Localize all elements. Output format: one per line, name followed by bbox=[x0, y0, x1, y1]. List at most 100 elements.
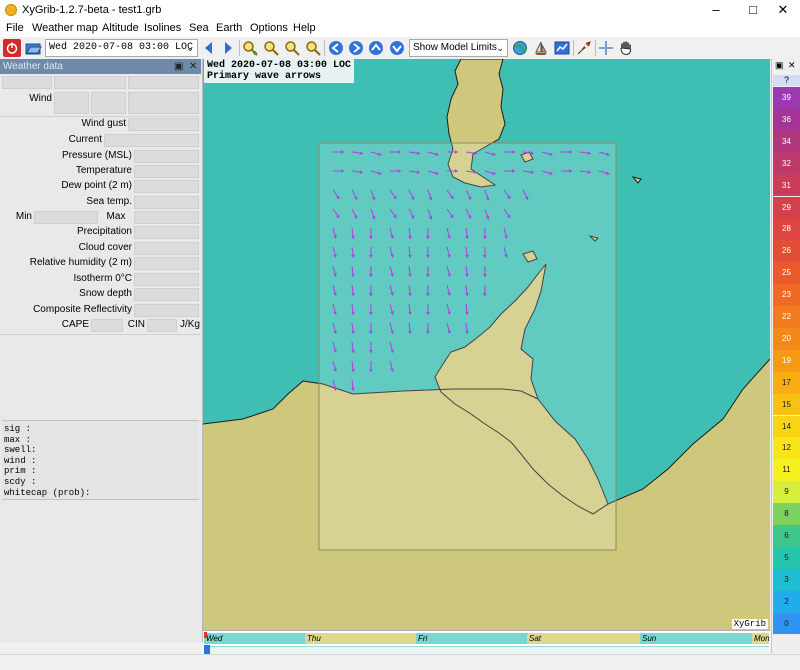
toolbar: Wed 2020-07-08 03:00 LOC ⌄ Show Model Li… bbox=[0, 37, 800, 60]
snow-depth-label: Snow depth bbox=[0, 288, 132, 299]
wave-line-whitecap: whitecap (prob): bbox=[4, 488, 197, 499]
route-button[interactable] bbox=[575, 39, 593, 57]
legend-entry: 15 bbox=[773, 394, 800, 416]
float-legend-button[interactable]: ▣ bbox=[775, 60, 784, 71]
legend-entry: 14 bbox=[773, 416, 800, 438]
legend-entry: 3 bbox=[773, 569, 800, 591]
wind-gust-field bbox=[128, 118, 199, 131]
pan-down-button[interactable] bbox=[388, 39, 406, 57]
model-limits-rect bbox=[319, 143, 616, 550]
color-legend: ▣ ✕ ? 3936343231292826252322201917151412… bbox=[771, 59, 800, 653]
float-panel-button[interactable]: ▣ bbox=[174, 59, 183, 74]
panel-row-header bbox=[0, 75, 201, 90]
zoom-all-button[interactable] bbox=[304, 39, 322, 57]
window-title: XyGrib-1.2.7-beta - test1.grb bbox=[22, 4, 161, 16]
panel-row-current: Current bbox=[0, 133, 201, 148]
menu-sea[interactable]: Sea bbox=[189, 22, 209, 34]
wind-speed-field bbox=[91, 92, 126, 114]
pan-up-button[interactable] bbox=[367, 39, 385, 57]
menu-earth[interactable]: Earth bbox=[216, 22, 242, 34]
cloud-cover-field bbox=[134, 242, 199, 255]
timeline-track[interactable] bbox=[204, 646, 769, 654]
cin-field bbox=[147, 319, 177, 332]
zoom-selection-button[interactable] bbox=[241, 39, 259, 57]
zoom-out-button[interactable] bbox=[283, 39, 301, 57]
sailboat-icon bbox=[532, 39, 550, 57]
isotherm-field bbox=[134, 273, 199, 286]
panel-title-bar: Weather data ▣ ✕ bbox=[0, 59, 201, 74]
divider bbox=[1, 334, 200, 335]
panel-title: Weather data bbox=[3, 61, 63, 72]
value-field bbox=[128, 76, 199, 89]
map-canvas[interactable] bbox=[203, 59, 770, 630]
legend-entry: 5 bbox=[773, 547, 800, 569]
timeline-day: Mon bbox=[752, 633, 769, 644]
wind-label: Wind bbox=[0, 93, 52, 104]
timeline[interactable]: Wed Thu Fri Sat Sun Mon bbox=[203, 630, 770, 655]
timeline-day: Thu bbox=[305, 633, 416, 644]
panel-row-precipitation: Precipitation bbox=[0, 225, 201, 240]
legend-entry: 11 bbox=[773, 459, 800, 481]
maximize-button[interactable]: □ bbox=[736, 0, 770, 21]
menu-options[interactable]: Options bbox=[250, 22, 288, 34]
legend-entry: 36 bbox=[773, 109, 800, 131]
legend-entry: 8 bbox=[773, 503, 800, 525]
temperature-field bbox=[134, 165, 199, 178]
select-point-button[interactable] bbox=[597, 39, 615, 57]
panel-row-sea-temp: Sea temp. bbox=[0, 195, 201, 210]
circle-arrow-right-icon bbox=[347, 39, 365, 57]
pan-right-button[interactable] bbox=[347, 39, 365, 57]
panel-row-dew-point: Dew point (2 m) bbox=[0, 179, 201, 194]
quit-button[interactable] bbox=[3, 39, 21, 57]
date-select-value: Wed 2020-07-08 03:00 LOC bbox=[49, 42, 193, 53]
sea-temp-label: Sea temp. bbox=[0, 196, 132, 207]
zoom-in-icon bbox=[241, 39, 259, 57]
legend-entry: 31 bbox=[773, 175, 800, 197]
previous-date-button[interactable] bbox=[200, 39, 218, 57]
menu-help[interactable]: Help bbox=[293, 22, 316, 34]
menu-altitude[interactable]: Altitude bbox=[102, 22, 139, 34]
weather-map[interactable]: Wed 2020-07-08 03:00 LOC Primary wave ar… bbox=[203, 59, 770, 630]
open-file-button[interactable] bbox=[24, 39, 42, 57]
model-limits-value: Show Model Limits bbox=[413, 42, 497, 53]
pan-left-button[interactable] bbox=[327, 39, 345, 57]
panel-row-snow-depth: Snow depth bbox=[0, 287, 201, 302]
menu-file[interactable]: File bbox=[6, 22, 24, 34]
meteogram-icon bbox=[553, 39, 571, 57]
close-legend-button[interactable]: ✕ bbox=[788, 60, 796, 71]
legend-entry: 26 bbox=[773, 240, 800, 262]
map-logo: XyGrib bbox=[732, 619, 768, 629]
crosshair-icon bbox=[597, 39, 615, 57]
panel-row-temperature: Temperature bbox=[0, 164, 201, 179]
boat-button[interactable] bbox=[532, 39, 550, 57]
cape-field bbox=[91, 319, 123, 332]
menu-weather-map[interactable]: Weather map bbox=[32, 22, 98, 34]
legend-entry: 22 bbox=[773, 306, 800, 328]
snow-depth-field bbox=[134, 288, 199, 301]
timeline-handle[interactable] bbox=[204, 645, 210, 654]
pan-hand-button[interactable] bbox=[617, 39, 635, 57]
chevron-down-icon: ⌄ bbox=[186, 40, 194, 56]
next-date-button[interactable] bbox=[219, 39, 237, 57]
date-select[interactable]: Wed 2020-07-08 03:00 LOC ⌄ bbox=[45, 39, 198, 57]
globe-icon bbox=[511, 39, 529, 57]
panel-row-pressure: Pressure (MSL) bbox=[0, 149, 201, 164]
legend-entry: 2 bbox=[773, 591, 800, 613]
download-grib-button[interactable] bbox=[511, 39, 529, 57]
zoom-in-button[interactable] bbox=[262, 39, 280, 57]
legend-entry: 17 bbox=[773, 372, 800, 394]
status-bar bbox=[0, 654, 800, 670]
timeline-day: Wed bbox=[204, 633, 305, 644]
toolbar-separator bbox=[595, 40, 596, 56]
map-info-box: Wed 2020-07-08 03:00 LOC Primary wave ar… bbox=[204, 59, 354, 83]
chevron-down-icon: ⌄ bbox=[496, 40, 504, 56]
minimize-button[interactable]: – bbox=[699, 0, 733, 21]
timeline-day: Sun bbox=[640, 633, 752, 644]
meteotable-button[interactable] bbox=[553, 39, 571, 57]
precipitation-label: Precipitation bbox=[0, 226, 132, 237]
close-window-button[interactable]: ✕ bbox=[766, 0, 800, 21]
legend-help[interactable]: ? bbox=[773, 75, 800, 86]
close-panel-button[interactable]: ✕ bbox=[189, 59, 197, 74]
model-limits-select[interactable]: Show Model Limits ⌄ bbox=[409, 39, 508, 57]
menu-isolines[interactable]: Isolines bbox=[144, 22, 181, 34]
